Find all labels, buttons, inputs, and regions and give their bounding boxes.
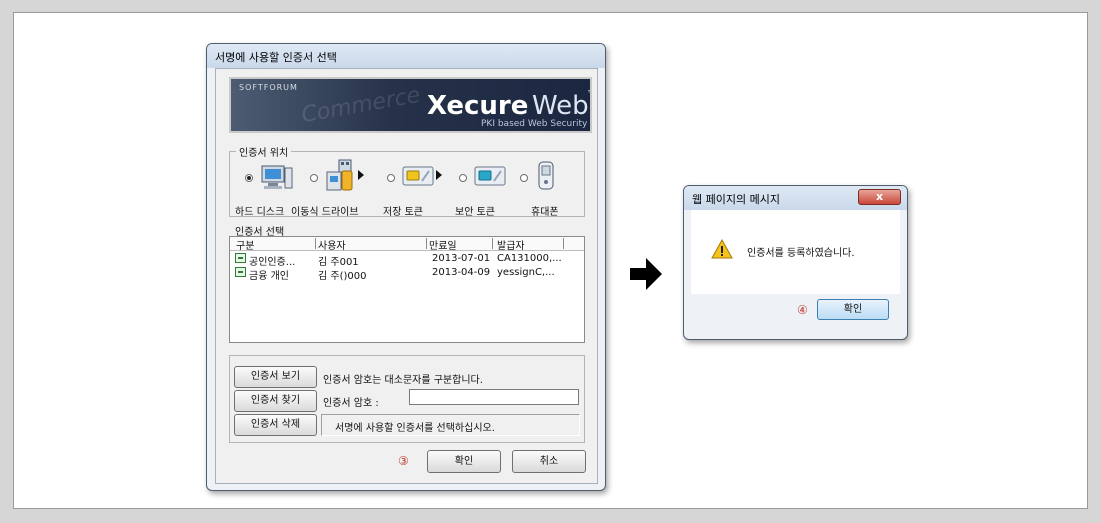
radio-removable-drive[interactable] <box>310 174 318 182</box>
cell-issuer: CA131000,... <box>497 253 562 264</box>
xecureweb-banner: SOFTFORUM Commerce Xecure Web ™ PKI base… <box>229 77 592 133</box>
list-header: 구분 사용자 만료일 발급자 <box>230 237 584 252</box>
message-text: 인증서를 등록하였습니다. <box>747 248 855 259</box>
certificate-select-dialog: 서명에 사용할 인증서 선택 SOFTFORUM Commerce Xecure… <box>206 43 606 491</box>
column-divider <box>426 238 427 249</box>
location-label-security-token: 보안 토큰 <box>455 207 495 218</box>
column-divider <box>492 238 493 249</box>
location-label-hard-disk: 하드 디스크 <box>235 207 285 218</box>
column-header-issuer[interactable]: 발급자 <box>497 237 525 252</box>
softforum-logo: SOFTFORUM <box>239 83 298 92</box>
ok-button[interactable]: 확인 <box>427 450 501 473</box>
radio-storage-token[interactable] <box>387 174 395 182</box>
certificate-list[interactable]: 구분 사용자 만료일 발급자 공인인증... 김 주001 2013-07-01… <box>229 236 585 343</box>
table-row[interactable]: 공인인증... 김 주001 2013-07-01 CA131000,... <box>230 252 584 268</box>
cancel-button[interactable]: 취소 <box>512 450 586 473</box>
column-header-expiry[interactable]: 만료일 <box>429 237 457 252</box>
close-button[interactable]: x <box>858 189 901 205</box>
warning-icon <box>711 239 733 259</box>
certificate-icon <box>235 267 246 277</box>
cell-type: 금융 개인 <box>249 271 289 282</box>
message-titlebar: 웹 페이지의 메시지 x <box>684 186 907 210</box>
view-certificate-button[interactable]: 인증서 보기 <box>234 366 317 388</box>
column-divider <box>315 238 316 249</box>
location-group-label: 인증서 위치 <box>236 144 292 159</box>
find-certificate-button[interactable]: 인증서 찾기 <box>234 390 317 412</box>
case-sensitive-note: 인증서 암호는 대소문자를 구분합니다. <box>323 375 483 386</box>
cell-issuer: yessignC,... <box>497 267 555 278</box>
hard-disk-icon[interactable] <box>260 162 294 192</box>
message-dialog-title: 웹 페이지의 메시지 <box>692 193 780 206</box>
delete-certificate-button[interactable]: 인증서 삭제 <box>234 414 317 436</box>
product-name-bold: Xecure <box>427 91 529 121</box>
storage-token-icon[interactable] <box>402 165 434 187</box>
location-label-mobile-phone: 휴대폰 <box>531 207 559 218</box>
arrow-right-icon <box>358 170 364 180</box>
arrow-right-icon <box>436 170 442 180</box>
column-header-user[interactable]: 사용자 <box>318 237 346 252</box>
dialog-title: 서명에 사용할 인증서 선택 <box>215 51 337 64</box>
step-marker-3: ③ <box>398 454 409 468</box>
dialog-titlebar: 서명에 사용할 인증서 선택 <box>207 44 605 68</box>
radio-hard-disk[interactable] <box>245 174 253 182</box>
column-divider <box>563 238 564 249</box>
product-subtitle: PKI based Web Security Solution <box>481 119 590 129</box>
radio-mobile-phone[interactable] <box>520 174 528 182</box>
location-label-storage-token: 저장 토큰 <box>383 207 423 218</box>
step-marker-4: ④ <box>797 303 808 317</box>
password-field[interactable] <box>409 389 579 405</box>
location-label-removable-drive: 이동식 드라이브 <box>291 207 359 218</box>
trademark-symbol: ™ <box>587 89 590 98</box>
webpage-message-dialog: 웹 페이지의 메시지 x 인증서를 등록하였습니다. ④ 확인 <box>683 185 908 340</box>
table-row[interactable]: 금융 개인 김 주()000 2013-04-09 yessignC,... <box>230 266 584 282</box>
status-text: 서명에 사용할 인증서를 선택하십시오. <box>335 423 495 434</box>
arrow-right-icon <box>630 258 662 290</box>
security-token-icon[interactable] <box>474 165 506 187</box>
removable-drive-icon[interactable] <box>325 158 355 192</box>
message-ok-button[interactable]: 확인 <box>817 299 889 320</box>
radio-security-token[interactable] <box>459 174 467 182</box>
mobile-phone-icon[interactable] <box>537 161 555 191</box>
product-name-light: Web <box>532 91 589 121</box>
password-label: 인증서 암호 : <box>323 398 379 409</box>
banner-background-text: Commerce <box>299 82 423 129</box>
cell-expiry: 2013-04-09 <box>432 267 491 278</box>
certificate-icon <box>235 253 246 263</box>
cell-expiry: 2013-07-01 <box>432 253 491 264</box>
cell-user: 김 주()000 <box>318 271 367 282</box>
column-header-type[interactable]: 구분 <box>236 237 254 252</box>
